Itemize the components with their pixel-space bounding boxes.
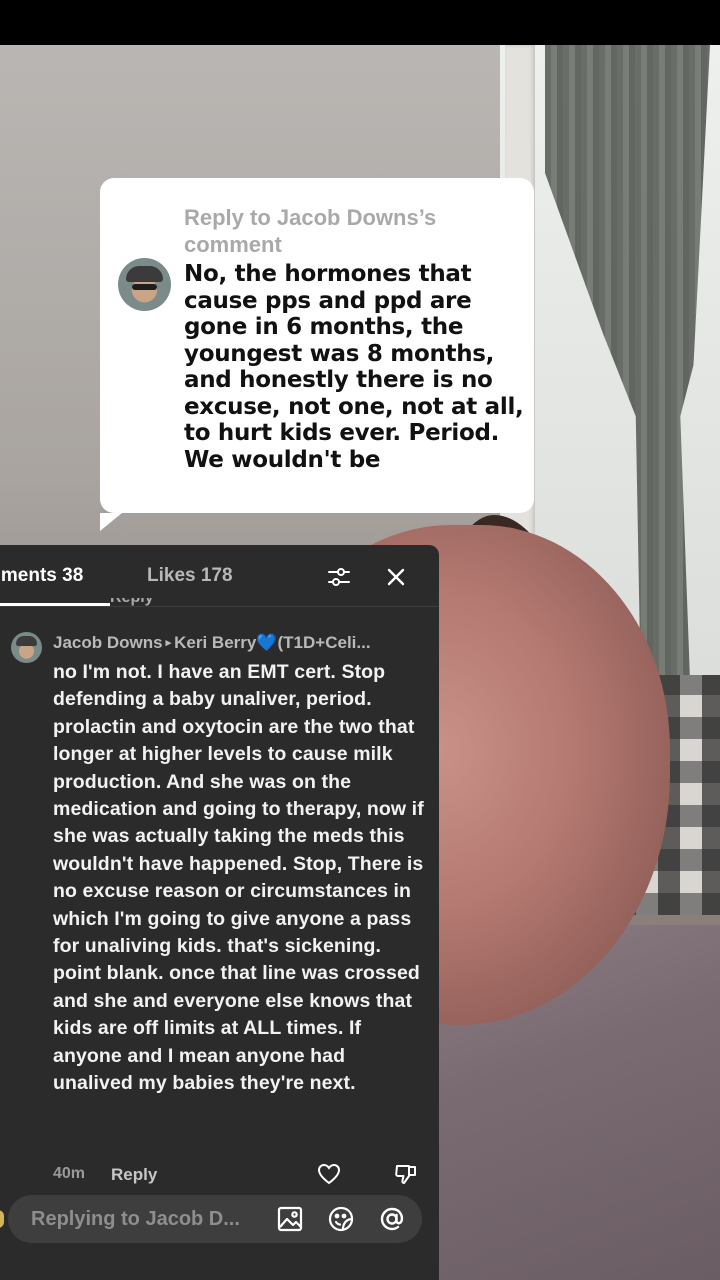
comment-header: Jacob Downs ▸ Keri Berry💙(T1D+Celi... bbox=[53, 633, 433, 653]
mention-icon[interactable] bbox=[378, 1205, 406, 1233]
close-icon[interactable] bbox=[382, 563, 410, 591]
reply-input-bar[interactable]: Replying to Jacob D... bbox=[8, 1195, 422, 1243]
reply-to-name[interactable]: Keri Berry bbox=[174, 633, 256, 652]
previous-comment-peek: Reply bbox=[0, 598, 439, 612]
comment-timestamp: 40m bbox=[53, 1165, 86, 1182]
reply-input-placeholder[interactable]: Replying to Jacob D... bbox=[31, 1208, 240, 1231]
comment-author-avatar[interactable] bbox=[11, 632, 42, 663]
user-avatar-icon bbox=[118, 258, 171, 311]
comment-author-name[interactable]: Jacob Downs bbox=[53, 633, 163, 652]
comment-body: no I'm not. I have an EMT cert. Stop def… bbox=[53, 661, 424, 1095]
reply-sticker-body: No, the hormones that cause pps and ppd … bbox=[184, 261, 524, 473]
comment-meta-row: 40m Reply bbox=[53, 1163, 433, 1190]
blue-heart-emoji: 💙 bbox=[256, 633, 278, 652]
previous-reply-label: Reply bbox=[110, 598, 154, 607]
reply-sticker-header: Reply to Jacob Downs’s comment bbox=[184, 205, 437, 257]
comments-panel: mments 38 Likes 178 Reply Jacob Downs▸Ke… bbox=[0, 545, 439, 1280]
dislike-icon[interactable] bbox=[394, 1163, 418, 1190]
image-icon[interactable] bbox=[276, 1205, 304, 1233]
reply-to-suffix: (T1D+Celi... bbox=[277, 633, 371, 652]
input-edge-indicator bbox=[0, 1210, 4, 1228]
emoji-icon[interactable] bbox=[327, 1205, 355, 1233]
heart-icon[interactable] bbox=[317, 1163, 341, 1190]
tab-comments[interactable]: mments 38 bbox=[0, 565, 83, 587]
tab-likes[interactable]: Likes 178 bbox=[147, 565, 233, 587]
reply-arrow-icon: ▸ bbox=[165, 637, 172, 649]
reply-comment-sticker[interactable]: Reply to Jacob Downs’s comment No, the h… bbox=[100, 178, 534, 531]
sliders-icon[interactable] bbox=[325, 563, 353, 591]
reply-button[interactable]: Reply bbox=[111, 1165, 157, 1185]
